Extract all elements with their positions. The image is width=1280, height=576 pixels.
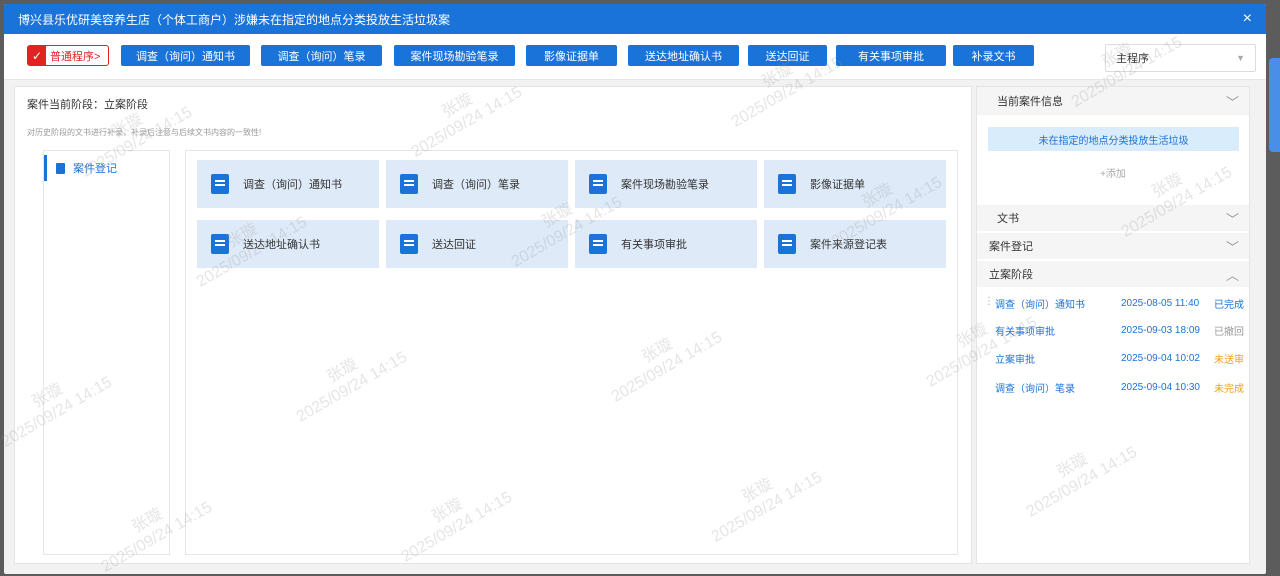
document-row[interactable]: 调查（询问）笔录 2025-09-04 10:30 未完成	[977, 377, 1249, 397]
supplement-document-button[interactable]: 补录文书	[953, 45, 1034, 66]
document-icon	[56, 162, 65, 174]
card-related-approval[interactable]: 有关事项审批	[575, 220, 757, 268]
document-date: 2025-09-04 10:30	[1121, 381, 1200, 393]
card-label: 案件现场勘验笔录	[621, 179, 709, 191]
case-info-title: 当前案件信息	[997, 96, 1063, 108]
card-investigation-notice[interactable]: 调查（询问）通知书	[197, 160, 379, 208]
dialog-titlebar: 博兴县乐优研美容养生店（个体工商户）涉嫌未在指定的地点分类投放生活垃圾案 ×	[4, 4, 1266, 34]
card-label: 案件来源登记表	[810, 239, 887, 251]
registration-form-icon	[778, 234, 796, 254]
program-select-value: 主程序	[1116, 53, 1149, 65]
checkbox-document-icon	[211, 234, 229, 254]
case-type-tag: 未在指定的地点分类投放生活垃圾	[988, 127, 1239, 151]
chevron-down-icon: ﹀	[1225, 239, 1239, 255]
document-status: 未送审	[1214, 354, 1244, 366]
toolbar: ✓ 普通程序> 调查（询问）通知书 调查（询问）笔录 案件现场勘验笔录 影像证据…	[4, 34, 1266, 80]
section-label: 案件登记	[989, 241, 1033, 253]
chevron-up-icon: ︿	[1225, 267, 1239, 283]
card-investigation-record[interactable]: 调查（询问）笔录	[386, 160, 568, 208]
check-icon: ✓	[28, 46, 46, 65]
section-label: 立案阶段	[989, 269, 1033, 281]
card-label: 送达地址确认书	[243, 239, 320, 251]
checkbox-document-icon	[400, 234, 418, 254]
card-label: 影像证据单	[810, 179, 865, 191]
program-select[interactable]: 主程序 ▼	[1105, 44, 1256, 72]
document-status: 已撤回	[1214, 326, 1244, 338]
document-date: 2025-09-04 10:02	[1121, 352, 1200, 364]
stage-hint: 对历史阶段的文书进行补录，补录后注意与后续文书内容的一致性!	[27, 128, 262, 137]
case-info-header[interactable]: 当前案件信息 ﹀	[977, 87, 1249, 115]
card-delivery-address-confirm[interactable]: 送达地址确认书	[197, 220, 379, 268]
related-approval-button[interactable]: 有关事项审批	[836, 45, 946, 66]
card-image-evidence[interactable]: 影像证据单	[764, 160, 946, 208]
card-label: 调查（询问）笔录	[432, 179, 520, 191]
document-status: 已完成	[1214, 299, 1244, 311]
document-name[interactable]: 调查（询问）通知书	[995, 296, 1121, 311]
card-label: 有关事项审批	[621, 239, 687, 251]
document-name[interactable]: 有关事项审批	[995, 323, 1121, 338]
inspection-document-icon	[589, 174, 607, 194]
nav-item-case-registration[interactable]: 案件登记	[44, 155, 169, 181]
document-row[interactable]: 调查（询问）通知书 2025-08-05 11:40 已完成	[977, 293, 1249, 313]
document-name[interactable]: 立案审批	[995, 351, 1121, 366]
stage-nav: 案件登记	[43, 150, 170, 555]
dialog-title: 博兴县乐优研美容养生店（个体工商户）涉嫌未在指定的地点分类投放生活垃圾案	[18, 12, 451, 27]
notice-icon	[211, 174, 229, 194]
card-site-inspection-record[interactable]: 案件现场勘验笔录	[575, 160, 757, 208]
document-cards: 调查（询问）通知书 调查（询问）笔录 案件现场勘验笔录 影像证据单 送达地址确认…	[185, 150, 958, 555]
document-date: 2025-09-03 18:09	[1121, 324, 1200, 336]
chevron-down-icon: ▼	[1236, 53, 1245, 63]
image-evidence-icon	[778, 174, 796, 194]
card-label: 送达回证	[432, 239, 476, 251]
case-stage-panel: 案件当前阶段：立案阶段 对历史阶段的文书进行补录，补录后注意与后续文书内容的一致…	[14, 86, 972, 564]
document-row[interactable]: 有关事项审批 2025-09-03 18:09 已撤回	[977, 320, 1249, 340]
approval-icon	[589, 234, 607, 254]
investigation-notice-button[interactable]: 调查（询问）通知书	[121, 45, 250, 66]
delivery-receipt-button[interactable]: 送达回证	[748, 45, 827, 66]
section-case-registration[interactable]: 案件登记 ﹀	[977, 233, 1249, 259]
edit-document-icon	[400, 174, 418, 194]
case-info-panel: 当前案件信息 ﹀ 未在指定的地点分类投放生活垃圾 +添加 文书 ﹀ 案件登记 ﹀…	[976, 86, 1250, 564]
document-name[interactable]: 调查（询问）笔录	[995, 380, 1121, 395]
document-status: 未完成	[1214, 383, 1244, 395]
card-label: 调查（询问）通知书	[243, 179, 342, 191]
add-button[interactable]: +添加	[977, 165, 1249, 180]
delivery-address-confirm-button[interactable]: 送达地址确认书	[628, 45, 739, 66]
chevron-down-icon: ﹀	[1225, 94, 1239, 110]
card-case-source-registration[interactable]: 案件来源登记表	[764, 220, 946, 268]
image-evidence-button[interactable]: 影像证据单	[526, 45, 617, 66]
stage-title: 案件当前阶段：立案阶段	[27, 99, 148, 111]
chevron-down-icon: ﹀	[1225, 211, 1239, 227]
procedure-mode-button[interactable]: ✓ 普通程序>	[27, 45, 109, 66]
document-date: 2025-08-05 11:40	[1121, 297, 1200, 309]
section-label: 文书	[997, 213, 1019, 225]
investigation-record-button[interactable]: 调查（询问）笔录	[261, 45, 382, 66]
nav-item-label: 案件登记	[73, 163, 117, 175]
close-icon[interactable]: ×	[1243, 10, 1252, 28]
section-filing-stage[interactable]: 立案阶段 ︿	[977, 261, 1249, 287]
site-inspection-record-button[interactable]: 案件现场勘验笔录	[394, 45, 515, 66]
card-delivery-receipt[interactable]: 送达回证	[386, 220, 568, 268]
procedure-mode-label: 普通程序>	[50, 50, 101, 63]
section-documents[interactable]: 文书 ﹀	[977, 205, 1249, 231]
document-row[interactable]: 立案审批 2025-09-04 10:02 未送审	[977, 348, 1249, 368]
side-drawer-tab[interactable]	[1269, 58, 1280, 152]
